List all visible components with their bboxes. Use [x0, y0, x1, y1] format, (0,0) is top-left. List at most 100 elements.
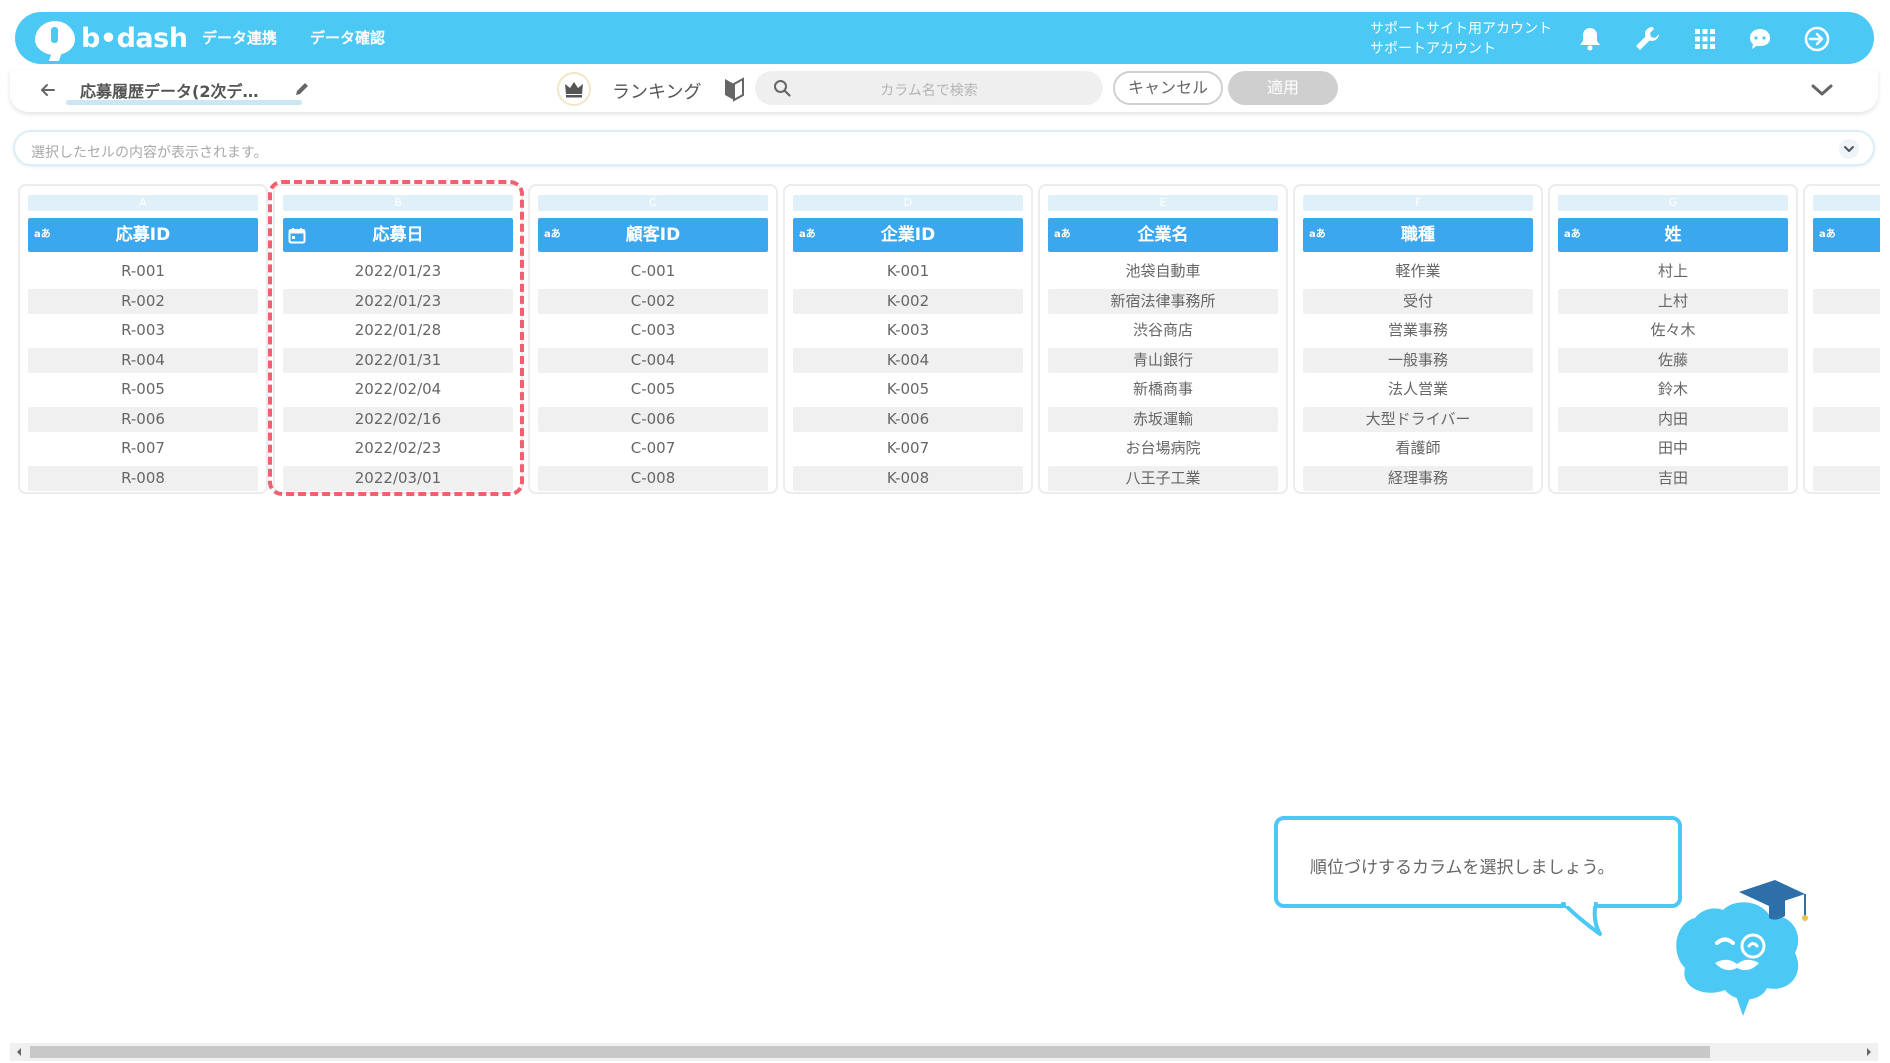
scrollbar-thumb[interactable]	[30, 1046, 1710, 1058]
cell-content-viewer[interactable]: 選択したセルの内容が表示されます。	[13, 130, 1875, 166]
table-cell[interactable]: 経理事務	[1303, 465, 1533, 495]
logout-icon[interactable]	[1802, 24, 1832, 54]
table-cell[interactable]: 八王子工業	[1048, 465, 1278, 495]
mascot-icon[interactable]	[1665, 878, 1815, 1018]
beginner-mark-icon[interactable]	[722, 76, 746, 102]
cancel-button[interactable]: キャンセル	[1113, 71, 1223, 105]
table-cell[interactable]: 村上	[1558, 259, 1788, 289]
table-cell[interactable]	[1813, 259, 1880, 289]
table-cell[interactable]	[1813, 377, 1880, 407]
column-search-box[interactable]: カラム名で検索	[755, 71, 1103, 105]
table-cell[interactable]	[1813, 347, 1880, 378]
table-cell[interactable]: 2022/02/04	[283, 377, 513, 407]
table-cell[interactable]	[1813, 436, 1880, 466]
table-cell[interactable]: C-002	[538, 288, 768, 319]
scroll-right-icon[interactable]	[1860, 1043, 1878, 1061]
column-header[interactable]: aあ 企業ID	[793, 218, 1023, 252]
table-cell[interactable]: 鈴木	[1558, 377, 1788, 407]
table-cell[interactable]: R-008	[28, 465, 258, 495]
table-cell[interactable]: K-007	[793, 436, 1023, 466]
pencil-icon[interactable]	[292, 79, 312, 99]
column-header[interactable]: aあ 企業名	[1048, 218, 1278, 252]
table-cell[interactable]: 大型ドライバー	[1303, 406, 1533, 437]
apply-button[interactable]: 適用	[1228, 71, 1338, 105]
table-cell[interactable]: K-008	[793, 465, 1023, 495]
column-header[interactable]: aあ 応募ID	[28, 218, 258, 252]
table-cell[interactable]: 佐藤	[1558, 347, 1788, 378]
table-cell[interactable]	[1813, 406, 1880, 437]
table-cell[interactable]: C-006	[538, 406, 768, 437]
bell-icon[interactable]	[1575, 24, 1605, 54]
table-cell[interactable]: 営業事務	[1303, 318, 1533, 348]
table-cell[interactable]: 2022/02/23	[283, 436, 513, 466]
grid-icon[interactable]	[1690, 24, 1720, 54]
expand-chevron-icon[interactable]	[1839, 139, 1859, 159]
table-cell[interactable]: 2022/01/28	[283, 318, 513, 348]
table-cell[interactable]: 渋谷商店	[1048, 318, 1278, 348]
chevron-down-icon[interactable]	[1807, 78, 1837, 102]
table-cell[interactable]: 佐々木	[1558, 318, 1788, 348]
column-header[interactable]: aあ 姓	[1558, 218, 1788, 252]
dataset-title[interactable]: 応募履歴データ(2次デ…	[80, 78, 258, 102]
wrench-icon[interactable]	[1632, 24, 1662, 54]
nav-link-data-integration[interactable]: データ連携	[202, 27, 277, 48]
account-info[interactable]: サポートサイト用アカウント サポートアカウント	[1370, 19, 1552, 59]
table-cell[interactable]: 看護師	[1303, 436, 1533, 466]
column-card[interactable]: Gaあ 姓村上 上村 佐々木 佐藤 鈴木 内田 田中 吉田	[1548, 184, 1798, 494]
chat-icon[interactable]	[1745, 24, 1775, 54]
column-card[interactable]: Eaあ 企業名 池袋自動車 新宿法律事務所 渋谷商店 青山銀行 新橋商事 赤坂運輸 お台場病院八…	[1038, 184, 1288, 494]
table-cell[interactable]: お台場病院	[1048, 436, 1278, 466]
table-cell[interactable]: 2022/01/31	[283, 347, 513, 378]
table-cell[interactable]: K-003	[793, 318, 1023, 348]
column-header[interactable]: aあ 顧客ID	[538, 218, 768, 252]
table-cell[interactable]: R-007	[28, 436, 258, 466]
column-header[interactable]: aあ 職種	[1303, 218, 1533, 252]
table-cell[interactable]: C-008	[538, 465, 768, 495]
horizontal-scrollbar[interactable]	[10, 1043, 1878, 1061]
table-cell[interactable]: R-005	[28, 377, 258, 407]
table-cell[interactable]: K-005	[793, 377, 1023, 407]
nav-link-data-check[interactable]: データ確認	[310, 27, 385, 48]
table-cell[interactable]: K-004	[793, 347, 1023, 378]
table-cell[interactable]: 2022/01/23	[283, 259, 513, 289]
column-card[interactable]: Aaあ 応募ID R-001 R-002 R-003 R-004 R-005 R-006 R-0…	[18, 184, 268, 494]
bdash-logo[interactable]: b•dash	[35, 19, 188, 57]
column-card[interactable]: B 応募日 2022/01/23 2022/01/23 2022/01/28 2022/0…	[273, 184, 523, 494]
table-cell[interactable]: K-006	[793, 406, 1023, 437]
table-cell[interactable]: 新橋商事	[1048, 377, 1278, 407]
table-cell[interactable]: 田中	[1558, 436, 1788, 466]
table-cell[interactable]: 2022/01/23	[283, 288, 513, 319]
table-cell[interactable]: C-003	[538, 318, 768, 348]
column-card[interactable]: Caあ 顧客ID C-001 C-002 C-003 C-004 C-005 C-006 C-0…	[528, 184, 778, 494]
table-cell[interactable]: 一般事務	[1303, 347, 1533, 378]
table-cell[interactable]: 上村	[1558, 288, 1788, 319]
table-cell[interactable]	[1813, 318, 1880, 348]
table-cell[interactable]: 2022/03/01	[283, 465, 513, 495]
table-cell[interactable]: 青山銀行	[1048, 347, 1278, 378]
table-cell[interactable]: 法人営業	[1303, 377, 1533, 407]
table-cell[interactable]: R-006	[28, 406, 258, 437]
column-card[interactable]: Faあ 職種 軽作業 受付 営業事務 一般事務 法人営業 大型ドライバー 看護師 経理事務	[1293, 184, 1543, 494]
back-arrow-icon[interactable]	[38, 80, 58, 100]
table-cell[interactable]: 内田	[1558, 406, 1788, 437]
table-cell[interactable]: 吉田	[1558, 465, 1788, 495]
table-cell[interactable]: C-004	[538, 347, 768, 378]
column-card[interactable]: aあ	[1803, 184, 1880, 494]
table-cell[interactable]: C-007	[538, 436, 768, 466]
column-header[interactable]: aあ	[1813, 218, 1880, 252]
table-cell[interactable]	[1813, 465, 1880, 495]
table-cell[interactable]: C-005	[538, 377, 768, 407]
table-cell[interactable]: 新宿法律事務所	[1048, 288, 1278, 319]
scroll-left-icon[interactable]	[10, 1043, 28, 1061]
table-cell[interactable]: 軽作業	[1303, 259, 1533, 289]
table-cell[interactable]: R-004	[28, 347, 258, 378]
table-cell[interactable]: 2022/02/16	[283, 406, 513, 437]
table-cell[interactable]: 赤坂運輸	[1048, 406, 1278, 437]
table-cell[interactable]: 受付	[1303, 288, 1533, 319]
table-cell[interactable]: K-002	[793, 288, 1023, 319]
table-cell[interactable]	[1813, 288, 1880, 319]
table-cell[interactable]: R-001	[28, 259, 258, 289]
table-cell[interactable]: R-002	[28, 288, 258, 319]
table-cell[interactable]: K-001	[793, 259, 1023, 289]
column-card[interactable]: Daあ 企業ID K-001 K-002 K-003 K-004 K-005 K-006 K-0…	[783, 184, 1033, 494]
